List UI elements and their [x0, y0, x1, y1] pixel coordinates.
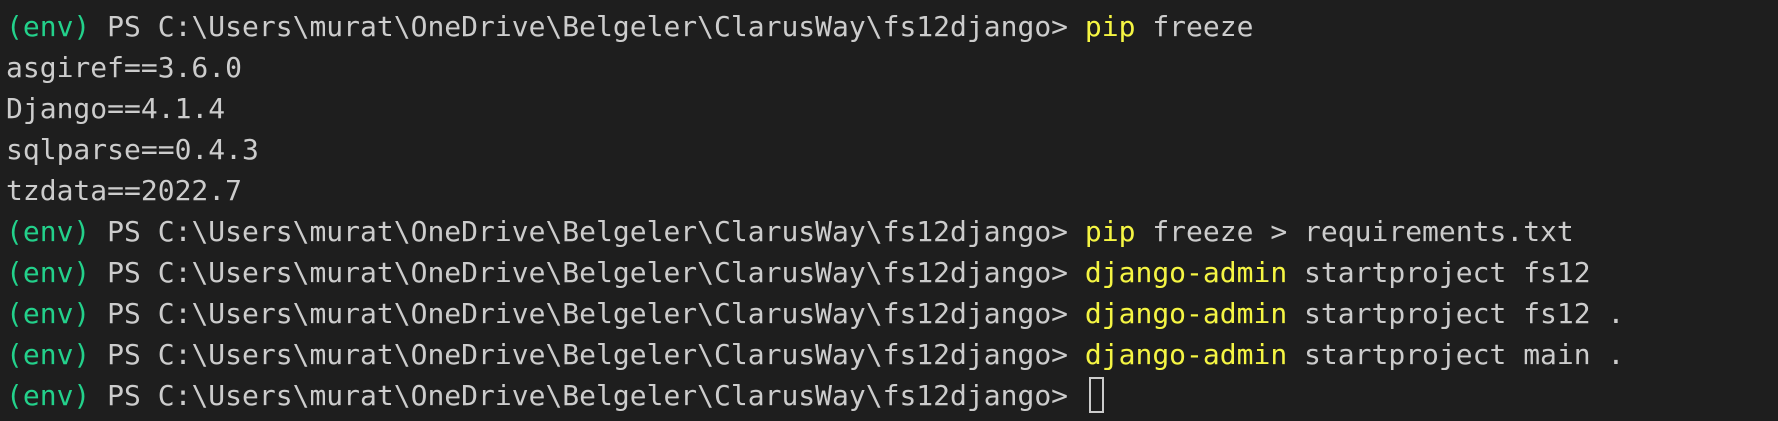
command-line: (env) PS C:\Users\murat\OneDrive\Belgele…: [6, 211, 1778, 252]
prompt-path: PS C:\Users\murat\OneDrive\Belgeler\Clar…: [90, 297, 1085, 330]
text-cursor[interactable]: [1088, 377, 1104, 413]
command-name: pip: [1084, 10, 1136, 43]
prompt-path: PS C:\Users\murat\OneDrive\Belgeler\Clar…: [90, 215, 1085, 248]
command-args: freeze > requirements.txt: [1135, 215, 1574, 248]
command-line: (env) PS C:\Users\murat\OneDrive\Belgele…: [6, 334, 1778, 375]
prompt-path: PS C:\Users\murat\OneDrive\Belgeler\Clar…: [90, 256, 1085, 289]
command-line: (env) PS C:\Users\murat\OneDrive\Belgele…: [6, 293, 1778, 334]
env-label: (env): [6, 338, 91, 371]
command-args: startproject main .: [1287, 338, 1625, 371]
prompt-path: PS C:\Users\murat\OneDrive\Belgeler\Clar…: [90, 338, 1085, 371]
prompt-path: PS C:\Users\murat\OneDrive\Belgeler\Clar…: [90, 379, 1085, 412]
command-args: freeze: [1135, 10, 1254, 43]
command-args: startproject fs12: [1287, 256, 1591, 289]
env-label: (env): [6, 379, 91, 412]
prompt-path: PS C:\Users\murat\OneDrive\Belgeler\Clar…: [90, 10, 1085, 43]
active-prompt-line[interactable]: (env) PS C:\Users\murat\OneDrive\Belgele…: [6, 375, 1778, 416]
env-label: (env): [6, 215, 91, 248]
command-line: (env) PS C:\Users\murat\OneDrive\Belgele…: [6, 6, 1778, 47]
env-label: (env): [6, 297, 91, 330]
command-name: django-admin: [1084, 256, 1288, 289]
output-line: sqlparse==0.4.3: [6, 133, 259, 166]
output-line: Django==4.1.4: [6, 92, 226, 125]
command-name: django-admin: [1084, 338, 1288, 371]
terminal-window[interactable]: (env) PS C:\Users\murat\OneDrive\Belgele…: [0, 0, 1778, 421]
output-line: asgiref==3.6.0: [6, 51, 243, 84]
output-line: tzdata==2022.7: [6, 174, 243, 207]
command-args: startproject fs12 .: [1287, 297, 1625, 330]
command-name: pip: [1084, 215, 1136, 248]
env-label: (env): [6, 10, 91, 43]
command-line: (env) PS C:\Users\murat\OneDrive\Belgele…: [6, 252, 1778, 293]
command-name: django-admin: [1084, 297, 1288, 330]
env-label: (env): [6, 256, 91, 289]
